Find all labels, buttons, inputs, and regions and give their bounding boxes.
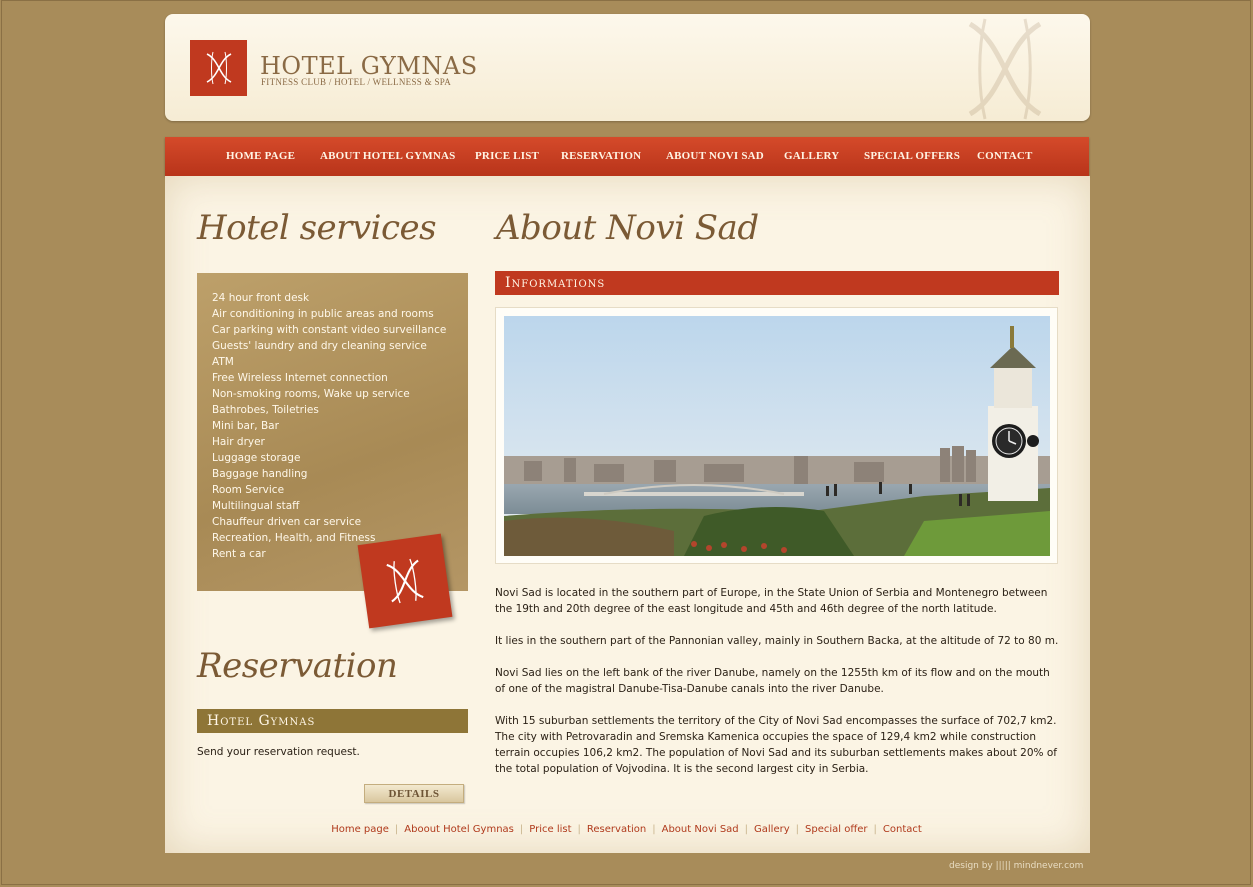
novi-sad-photo — [504, 316, 1050, 556]
paragraph-location: Novi Sad is located in the southern part… — [495, 587, 1048, 615]
footer-link-price-list[interactable]: Price list — [529, 824, 571, 835]
service-item: Mini bar, Bar — [212, 420, 279, 432]
service-item: Luggage storage — [212, 452, 301, 464]
reservation-bar: Hotel Gymnas — [197, 709, 468, 733]
service-item: 24 hour front desk — [212, 292, 310, 304]
service-item: Room Service — [212, 484, 285, 496]
service-item: Multilingual staff — [212, 500, 300, 512]
services-list: 24 hour front desk Air conditioning in pu… — [212, 290, 446, 562]
nav-reservation[interactable]: RESERVATION — [561, 150, 641, 162]
reservation-text: Send your reservation request. — [197, 746, 360, 758]
footer-separator: | — [873, 824, 877, 835]
footer-separator: | — [394, 824, 399, 835]
footer-separator: | — [652, 824, 656, 835]
service-item: ATM — [212, 356, 234, 368]
footer-link-reservation[interactable]: Reservation — [587, 824, 646, 835]
footer-link-contact[interactable]: Contact — [883, 824, 922, 835]
service-item: Air conditioning in public areas and roo… — [212, 308, 434, 320]
nav-gallery[interactable]: GALLERY — [784, 150, 839, 162]
design-credit[interactable]: design by ||||| mindnever.com — [949, 861, 1083, 871]
footer-separator: | — [519, 824, 524, 835]
footer-separator: | — [577, 824, 581, 835]
footer-link-about-novi-sad[interactable]: About Novi Sad — [662, 824, 739, 835]
service-item: Car parking with constant video surveill… — [212, 324, 447, 336]
service-item: Non-smoking rooms, Wake up service — [212, 388, 410, 400]
monogram-icon — [386, 558, 424, 604]
nav-about-novi-sad[interactable]: ABOUT NOVI SAD — [666, 150, 764, 162]
nav-special-offers[interactable]: SPECIAL OFFERS — [864, 150, 960, 162]
site-subtitle: FITNESS CLUB / HOTEL / WELLNESS & SPA — [261, 77, 452, 87]
nav-contact[interactable]: CONTACT — [977, 150, 1033, 162]
footer-link-gallery[interactable]: Gallery — [754, 824, 790, 835]
service-item: Free Wireless Internet connection — [212, 372, 388, 384]
site-title[interactable]: HOTEL GYMNAS — [260, 52, 478, 80]
informations-bar: Informations — [495, 271, 1059, 295]
logo-badge — [357, 533, 453, 629]
logo-monogram-icon — [206, 51, 231, 85]
logo-mark[interactable] — [190, 40, 247, 96]
service-item: Chauffeur driven car service — [212, 516, 362, 528]
reservation-title: Reservation — [197, 646, 398, 686]
footer-link-aboout-hotel-gymnas[interactable]: Aboout Hotel Gymnas — [404, 824, 514, 835]
service-item: Guests' laundry and dry cleaning service — [212, 340, 427, 352]
nav-home-page[interactable]: HOME PAGE — [226, 150, 295, 162]
footer-link-special-offer[interactable]: Special offer — [805, 824, 867, 835]
footer-separator: | — [744, 824, 749, 835]
photo-frame — [495, 307, 1058, 564]
footer-links: Home page | Aboout Hotel Gymnas | Price list… — [0, 824, 1253, 835]
main-nav: HOME PAGE ABOUT HOTEL GYMNAS PRICE LIST … — [165, 137, 1089, 176]
site-header: HOTEL GYMNAS FITNESS CLUB / HOTEL / WELL… — [165, 14, 1090, 121]
footer-link-home-page[interactable]: Home page — [331, 824, 389, 835]
nav-price-list[interactable]: PRICE LIST — [475, 150, 539, 162]
service-item: Hair dryer — [212, 436, 265, 448]
about-novi-sad-title: About Novi Sad — [496, 208, 759, 248]
details-button[interactable]: DETAILS — [364, 784, 464, 803]
service-item: Baggage handling — [212, 468, 308, 480]
paragraph-territory: With 15 suburban settlements the territo… — [495, 715, 1057, 775]
footer-separator: | — [795, 824, 800, 835]
header-ornament-icon — [968, 18, 1042, 120]
hotel-services-title: Hotel services — [197, 208, 437, 248]
paragraph-danube: Novi Sad lies on the left bank of the ri… — [495, 667, 1050, 695]
nav-about-hotel-gymnas[interactable]: ABOUT HOTEL GYMNAS — [320, 150, 455, 162]
paragraph-altitude: It lies in the southern part of the Pann… — [495, 635, 1059, 647]
service-item: Bathrobes, Toiletries — [212, 404, 319, 416]
